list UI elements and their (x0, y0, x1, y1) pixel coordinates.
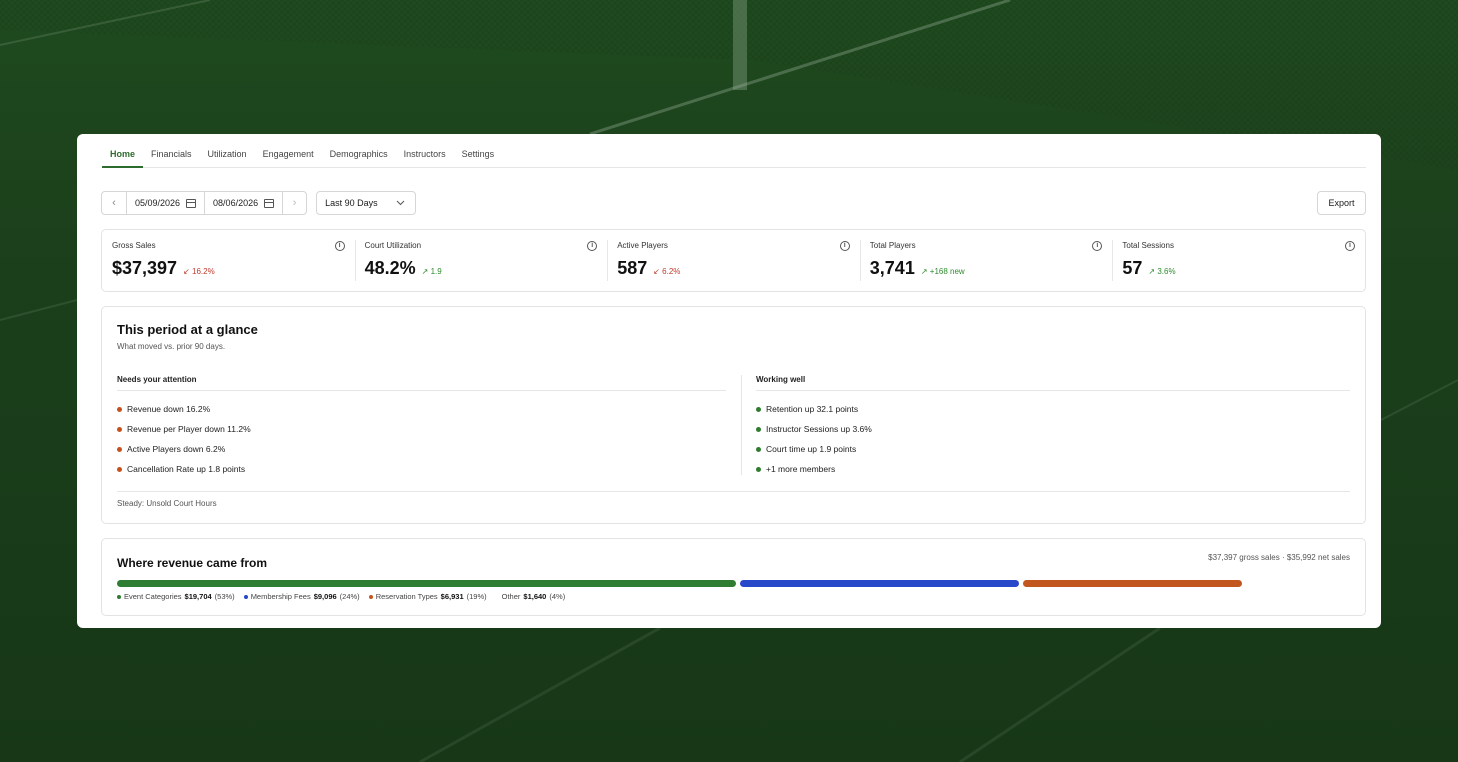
metric-total-sessions: Total Sessions i 57 ↗ 3.6% (1112, 230, 1365, 291)
date-range-bar: ‹ 05/09/2026 08/06/2026 › Last 90 Days (101, 191, 416, 215)
start-date-field[interactable]: 05/09/2026 (126, 192, 204, 214)
metric-gross-sales: Gross Sales i $37,397 ↙ 16.2% (102, 230, 355, 291)
chevron-right-icon: › (292, 197, 297, 209)
list-item: Retention up 32.1 points (756, 399, 1350, 419)
tab-utilization[interactable]: Utilization (200, 144, 255, 168)
success-dot-icon (756, 446, 761, 452)
revenue-segment-event-categories[interactable] (117, 580, 737, 587)
calendar-icon (264, 198, 275, 208)
metrics-row: Gross Sales i $37,397 ↙ 16.2% Court Utili… (101, 229, 1366, 292)
warning-dot-icon (117, 466, 122, 472)
list-item: Instructor Sessions up 3.6% (756, 419, 1350, 439)
metric-value: 57 (1122, 258, 1143, 278)
metric-delta: ↗ 1.9 (421, 267, 442, 276)
legend-item-reservation-types: Reservation Types $6,931 (19%) (368, 592, 487, 601)
end-date-value: 08/06/2026 (213, 198, 259, 208)
tab-financials[interactable]: Financials (143, 144, 200, 168)
tab-demographics[interactable]: Demographics (322, 144, 396, 168)
glance-title: This period at a glance (117, 322, 258, 337)
metric-value: 587 (617, 258, 648, 278)
list-item: Court time up 1.9 points (756, 439, 1350, 459)
legend-dot-icon (117, 594, 121, 599)
chevron-down-icon (396, 200, 404, 206)
range-select[interactable]: Last 90 Days (316, 191, 416, 215)
legend-item-other: Other $1,640 (4%) (501, 592, 566, 601)
metric-label: Total Players (869, 241, 916, 250)
metric-delta: ↙ 16.2% (183, 267, 215, 276)
revenue-segment-reservation-types[interactable] (1022, 580, 1242, 587)
legend-dot-icon (368, 594, 373, 599)
metric-label: Total Sessions (1122, 241, 1174, 250)
metric-delta: ↗ 3.6% (1148, 267, 1176, 276)
column-divider (741, 375, 742, 475)
revenue-summary: $37,397 gross sales · $35,992 net sales (1208, 553, 1350, 562)
metric-label: Gross Sales (112, 241, 156, 250)
start-date-value: 05/09/2026 (135, 198, 181, 208)
glance-card: This period at a glance What moved vs. p… (101, 306, 1366, 524)
tab-settings[interactable]: Settings (454, 144, 503, 168)
success-dot-icon (756, 426, 761, 432)
metric-label: Active Players (617, 241, 668, 250)
divider (117, 491, 1350, 492)
list-item[interactable]: +1 more members (756, 459, 1350, 479)
list-item: Active Players down 6.2% (117, 439, 726, 459)
list-item: Revenue per Player down 11.2% (117, 419, 726, 439)
dashboard-panel: Home Financials Utilization Engagement D… (77, 134, 1381, 628)
revenue-breakdown-bar (117, 580, 1293, 587)
warning-dot-icon (117, 446, 122, 452)
next-period-button[interactable]: › (282, 192, 306, 214)
metric-delta: ↙ 6.2% (653, 267, 681, 276)
tab-bar: Home Financials Utilization Engagement D… (102, 144, 1366, 168)
attention-column: Needs your attention Revenue down 16.2% … (117, 375, 726, 479)
list-item: Cancellation Rate up 1.8 points (117, 459, 726, 479)
list-item: Revenue down 16.2% (117, 399, 726, 419)
revenue-legend: Event Categories $19,704 (53%) Membershi… (117, 592, 565, 601)
calendar-icon (186, 198, 197, 208)
success-dot-icon (756, 466, 761, 472)
working-column: Working well Retention up 32.1 points In… (756, 375, 1350, 479)
tab-home[interactable]: Home (102, 144, 144, 168)
metric-value: 48.2% (364, 258, 416, 278)
glance-subtitle: What moved vs. prior 90 days. (117, 342, 226, 351)
info-icon[interactable]: i (334, 241, 345, 251)
legend-item-membership-fees: Membership Fees $9,096 (24%) (243, 592, 360, 601)
steady-note: Steady: Unsold Court Hours (117, 499, 217, 508)
info-icon[interactable]: i (1344, 241, 1355, 251)
metric-label: Court Utilization (364, 241, 422, 250)
tab-instructors[interactable]: Instructors (396, 144, 454, 168)
tab-engagement[interactable]: Engagement (255, 144, 322, 168)
attention-heading: Needs your attention (117, 375, 726, 391)
metric-value: 3,741 (869, 258, 915, 278)
warning-dot-icon (117, 406, 122, 412)
range-select-value: Last 90 Days (325, 198, 378, 208)
legend-dot-icon (243, 594, 248, 599)
metric-active-players: Active Players i 587 ↙ 6.2% (607, 230, 860, 291)
legend-item-event-categories: Event Categories $19,704 (53%) (117, 592, 235, 601)
working-heading: Working well (756, 375, 1350, 391)
metric-value: $37,397 (112, 258, 178, 278)
revenue-title: Where revenue came from (117, 556, 268, 570)
metric-total-players: Total Players i 3,741 ↗ +168 new (859, 230, 1113, 291)
end-date-field[interactable]: 08/06/2026 (204, 192, 282, 214)
revenue-segment-membership-fees[interactable] (740, 580, 1019, 587)
metric-court-utilization: Court Utilization i 48.2% ↗ 1.9 (354, 230, 608, 291)
export-button[interactable]: Export (1317, 191, 1366, 215)
prev-period-button[interactable]: ‹ (102, 192, 126, 214)
chevron-left-icon: ‹ (112, 197, 116, 209)
revenue-card: Where revenue came from $37,397 gross sa… (101, 538, 1366, 616)
metric-delta: ↗ +168 new (920, 267, 965, 276)
success-dot-icon (756, 406, 761, 412)
warning-dot-icon (117, 426, 122, 432)
date-picker: ‹ 05/09/2026 08/06/2026 › (101, 191, 308, 215)
info-icon[interactable]: i (839, 241, 850, 251)
